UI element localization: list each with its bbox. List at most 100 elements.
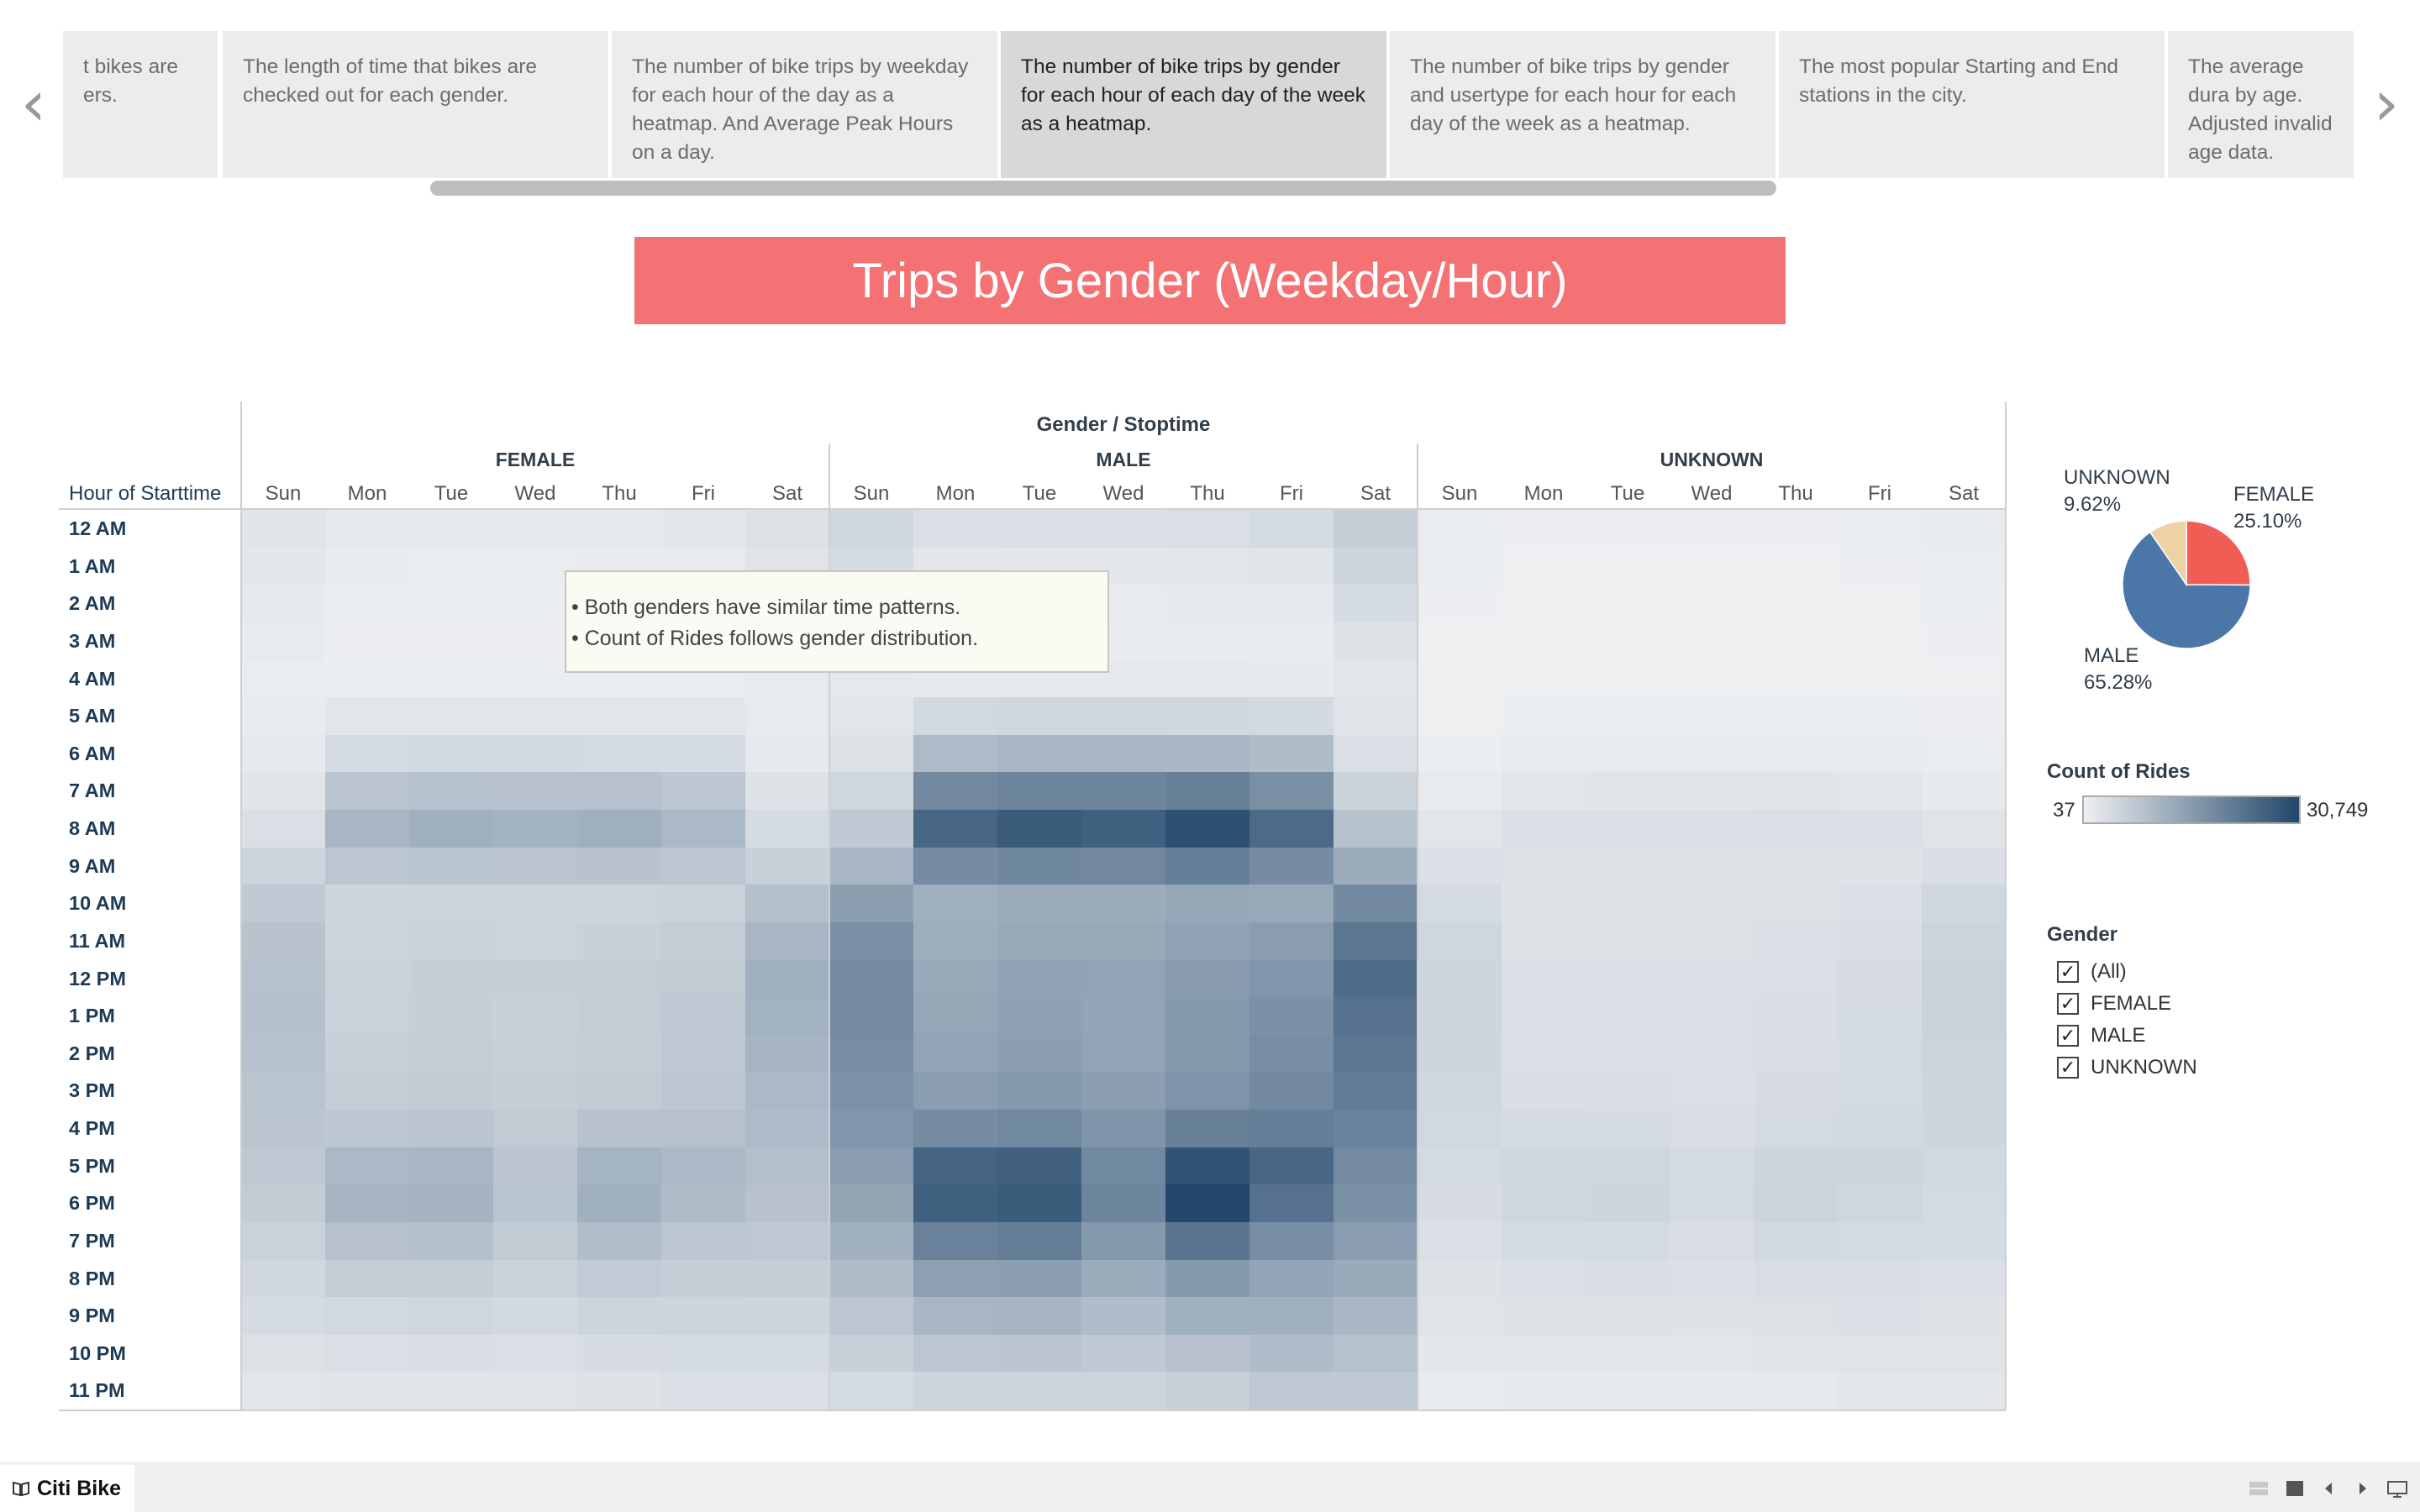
heatmap-cell[interactable] bbox=[325, 1072, 410, 1110]
heatmap-cell[interactable] bbox=[745, 810, 830, 848]
heatmap-cell[interactable] bbox=[997, 810, 1082, 848]
heatmap-cell[interactable] bbox=[1081, 1334, 1166, 1373]
heatmap-cell[interactable] bbox=[1586, 1034, 1670, 1073]
heatmap-cell[interactable] bbox=[1838, 1334, 1923, 1373]
heatmap-cell[interactable] bbox=[1502, 810, 1586, 848]
heatmap-cell[interactable] bbox=[1922, 585, 2007, 623]
heatmap-cell[interactable] bbox=[745, 1072, 830, 1110]
heatmap-cell[interactable] bbox=[913, 1259, 998, 1298]
heatmap-cell[interactable] bbox=[1754, 1334, 1839, 1373]
heatmap-cell[interactable] bbox=[1754, 659, 1839, 698]
heatmap-cell[interactable] bbox=[829, 885, 914, 923]
heatmap-cell[interactable] bbox=[661, 1034, 746, 1073]
heatmap-cell[interactable] bbox=[829, 697, 914, 736]
heatmap-cell[interactable] bbox=[241, 997, 326, 1036]
heatmap-cell[interactable] bbox=[913, 697, 998, 736]
heatmap-cell[interactable] bbox=[997, 734, 1082, 773]
heatmap-cell[interactable] bbox=[829, 1110, 914, 1148]
heatmap-cell[interactable] bbox=[1586, 921, 1670, 960]
heatmap-cell[interactable] bbox=[577, 1297, 662, 1336]
heatmap-cell[interactable] bbox=[241, 1297, 326, 1336]
heatmap-cell[interactable] bbox=[745, 1221, 830, 1260]
heatmap-cell[interactable] bbox=[1838, 885, 1923, 923]
heatmap-cell[interactable] bbox=[493, 772, 578, 811]
heatmap-cell[interactable] bbox=[1670, 1221, 1754, 1260]
heatmap-cell[interactable] bbox=[1418, 1221, 1502, 1260]
heatmap-cell[interactable] bbox=[1586, 997, 1670, 1036]
heatmap-cell[interactable] bbox=[1754, 772, 1839, 811]
heatmap-cell[interactable] bbox=[1838, 772, 1923, 811]
heatmap-cell[interactable] bbox=[661, 772, 746, 811]
heatmap-cell[interactable] bbox=[1334, 622, 1418, 660]
heatmap-cell[interactable] bbox=[493, 959, 578, 998]
heatmap-cell[interactable] bbox=[577, 847, 662, 885]
heatmap-cell[interactable] bbox=[1502, 1372, 1586, 1410]
heatmap-cell[interactable] bbox=[1249, 1110, 1334, 1148]
heatmap-cell[interactable] bbox=[1838, 997, 1923, 1036]
heatmap-cell[interactable] bbox=[325, 622, 410, 660]
heatmap-cell[interactable] bbox=[1418, 1334, 1502, 1373]
heatmap-cell[interactable] bbox=[577, 1147, 662, 1185]
heatmap-cell[interactable] bbox=[1165, 1334, 1250, 1373]
heatmap-cell[interactable] bbox=[1502, 1297, 1586, 1336]
heatmap-cell[interactable] bbox=[1249, 585, 1334, 623]
heatmap-cell[interactable] bbox=[913, 510, 998, 549]
heatmap-cell[interactable] bbox=[241, 659, 326, 698]
heatmap-cell[interactable] bbox=[1165, 697, 1250, 736]
heatmap-cell[interactable] bbox=[1334, 697, 1418, 736]
heatmap-cell[interactable] bbox=[1586, 1110, 1670, 1148]
heatmap-cell[interactable] bbox=[577, 959, 662, 998]
heatmap-cell[interactable] bbox=[745, 847, 830, 885]
heatmap-cell[interactable] bbox=[1670, 772, 1754, 811]
heatmap-cell[interactable] bbox=[1586, 1259, 1670, 1298]
heatmap-cell[interactable] bbox=[1838, 622, 1923, 660]
heatmap-cell[interactable] bbox=[1502, 1221, 1586, 1260]
heatmap-cell[interactable] bbox=[745, 510, 830, 549]
heatmap-cell[interactable] bbox=[1418, 959, 1502, 998]
heatmap-cell[interactable] bbox=[409, 847, 494, 885]
chevron-right-icon[interactable]: › bbox=[2361, 71, 2412, 135]
heatmap-cell[interactable] bbox=[1670, 547, 1754, 585]
heatmap-cell[interactable] bbox=[1754, 697, 1839, 736]
heatmap-cell[interactable] bbox=[241, 1072, 326, 1110]
story-point-5[interactable]: The number of bike trips by gender and u… bbox=[1390, 31, 1776, 178]
heatmap-cell[interactable] bbox=[493, 1259, 578, 1298]
next-icon[interactable] bbox=[2357, 1480, 2369, 1500]
heatmap-cell[interactable] bbox=[1922, 1259, 2007, 1298]
heatmap-cell[interactable] bbox=[1081, 921, 1166, 960]
story-point-3[interactable]: The number of bike trips by weekday for … bbox=[612, 31, 997, 178]
presentation-icon[interactable] bbox=[2386, 1480, 2408, 1502]
heatmap-cell[interactable] bbox=[325, 585, 410, 623]
heatmap-cell[interactable] bbox=[1922, 810, 2007, 848]
checkbox-checked-icon[interactable]: ✓ bbox=[2057, 1057, 2079, 1079]
heatmap-cell[interactable] bbox=[913, 1072, 998, 1110]
heatmap-cell[interactable] bbox=[409, 622, 494, 660]
heatmap-cell[interactable] bbox=[997, 1334, 1082, 1373]
heatmap-cell[interactable] bbox=[745, 697, 830, 736]
heatmap-cell[interactable] bbox=[1165, 547, 1250, 585]
heatmap-cell[interactable] bbox=[1249, 659, 1334, 698]
heatmap-cell[interactable] bbox=[241, 697, 326, 736]
heatmap-cell[interactable] bbox=[1081, 1372, 1166, 1410]
heatmap-cell[interactable] bbox=[1418, 547, 1502, 585]
heatmap-cell[interactable] bbox=[1838, 847, 1923, 885]
heatmap-cell[interactable] bbox=[913, 1034, 998, 1073]
heatmap-cell[interactable] bbox=[1502, 921, 1586, 960]
heatmap-cell[interactable] bbox=[1670, 659, 1754, 698]
heatmap-cell[interactable] bbox=[1334, 772, 1418, 811]
heatmap-cell[interactable] bbox=[493, 1372, 578, 1410]
heatmap-cell[interactable] bbox=[241, 772, 326, 811]
heatmap-cell[interactable] bbox=[1670, 1297, 1754, 1336]
heatmap-cell[interactable] bbox=[1586, 847, 1670, 885]
heatmap-cell[interactable] bbox=[1670, 1147, 1754, 1185]
heatmap-cell[interactable] bbox=[1754, 1147, 1839, 1185]
heatmap-cell[interactable] bbox=[913, 847, 998, 885]
heatmap-cell[interactable] bbox=[1165, 659, 1250, 698]
heatmap-cell[interactable] bbox=[1418, 1072, 1502, 1110]
heatmap-cell[interactable] bbox=[409, 1372, 494, 1410]
heatmap-cell[interactable] bbox=[1670, 734, 1754, 773]
heatmap-cell[interactable] bbox=[913, 1221, 998, 1260]
heatmap-cell[interactable] bbox=[1922, 1221, 2007, 1260]
heatmap-cell[interactable] bbox=[1754, 585, 1839, 623]
heatmap-cell[interactable] bbox=[1586, 659, 1670, 698]
